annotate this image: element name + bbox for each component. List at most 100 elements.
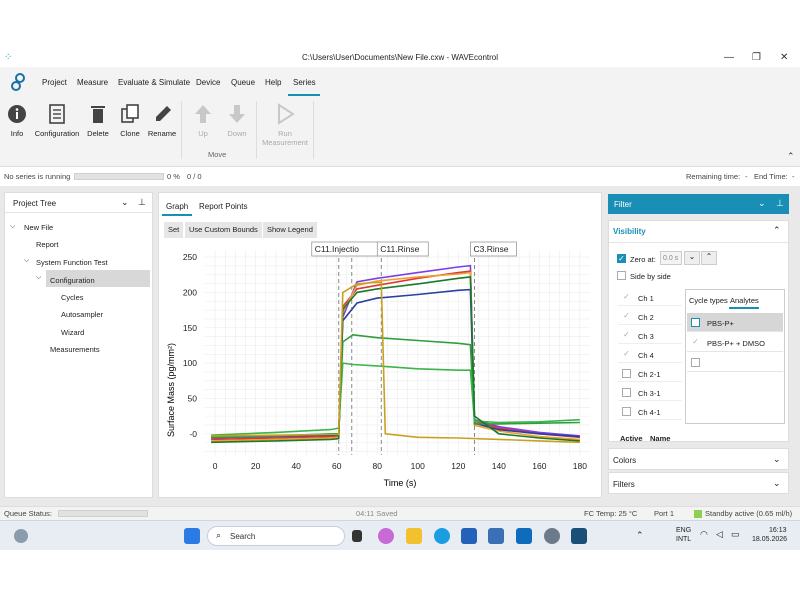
battery-icon[interactable]: ▭: [731, 529, 740, 540]
sensorgram-chart[interactable]: C11.Injectio C11.Rinse C3.Rinse 0 20 40 60 80 1…: [160, 240, 600, 496]
tree-item-system-function-test[interactable]: System Function Test: [36, 258, 108, 267]
channel-checkbox[interactable]: ✓: [622, 331, 631, 340]
wifi-icon[interactable]: ◠: [700, 529, 708, 540]
wavecontrol-taskbar-icon[interactable]: [571, 528, 587, 544]
zero-at-input[interactable]: 0.0 s: [660, 251, 682, 265]
show-legend-button[interactable]: Show Legend: [263, 222, 317, 238]
tab-report-points[interactable]: Report Points: [199, 202, 247, 211]
chevron-up-icon[interactable]: ⌃: [636, 530, 644, 541]
analyte-row[interactable]: PBS-P+: [687, 313, 783, 332]
clock-time[interactable]: 16:13: [769, 527, 787, 534]
weather-icon[interactable]: [14, 529, 28, 543]
filters-section[interactable]: Filters ⌄: [608, 472, 789, 494]
tab-cycle-types[interactable]: Cycle types: [689, 296, 728, 305]
info-button[interactable]: Info: [4, 103, 30, 138]
channel-checkbox[interactable]: ✓: [622, 312, 631, 321]
chevron-down-icon[interactable]: ⌄: [121, 197, 129, 208]
x-axis-ticks: 0 20 40 60 80 100 120 140 160 180: [213, 461, 587, 471]
taskbar-search[interactable]: ⌕ Search: [207, 526, 345, 546]
set-button[interactable]: Set: [164, 222, 184, 238]
configuration-button[interactable]: Configuration: [34, 103, 80, 138]
tree-item-cycles[interactable]: Cycles: [61, 293, 84, 302]
chevron-down-icon[interactable]: ⌄: [773, 454, 781, 465]
outlook-icon[interactable]: [516, 528, 532, 544]
menu-queue[interactable]: Queue: [231, 78, 255, 87]
channel-row[interactable]: Ch 3-1: [618, 384, 682, 401]
chevron-up-icon[interactable]: ⌃: [701, 251, 717, 265]
tree-item-configuration[interactable]: Configuration: [50, 276, 95, 285]
up-button[interactable]: Up: [192, 103, 214, 138]
channel-checkbox[interactable]: [622, 388, 631, 397]
collapse-ribbon-icon[interactable]: ⌃: [787, 151, 795, 162]
marker-label: C11.Injectio: [315, 244, 360, 254]
zero-at-label: Zero at:: [630, 255, 656, 264]
windows-start-icon[interactable]: [184, 528, 200, 544]
analyte-row[interactable]: ✓ PBS-P+ + DMSO: [687, 333, 783, 352]
app-icon[interactable]: [488, 528, 504, 544]
side-by-side-checkbox[interactable]: [617, 271, 626, 280]
channel-row[interactable]: ✓ Ch 4: [618, 346, 682, 363]
chevron-up-icon[interactable]: ⌃: [773, 225, 781, 236]
rename-button[interactable]: Rename: [147, 103, 177, 138]
pin-icon[interactable]: ⊥: [776, 198, 784, 209]
channel-row[interactable]: ✓ Ch 2: [618, 308, 682, 325]
settings-gear-icon[interactable]: [544, 528, 560, 544]
channel-row[interactable]: Ch 4-1: [618, 403, 682, 420]
channel-row[interactable]: ✓ Ch 3: [618, 327, 682, 344]
visibility-title[interactable]: Visibility: [613, 227, 646, 236]
menu-series[interactable]: Series: [293, 78, 316, 87]
analyte-row[interactable]: [687, 353, 783, 372]
menu-help[interactable]: Help: [265, 78, 281, 87]
maximize-icon[interactable]: ❐: [752, 52, 761, 63]
active-tab-indicator: [729, 307, 759, 309]
channel-row[interactable]: ✓ Ch 1: [618, 289, 682, 306]
colors-section[interactable]: Colors ⌄: [608, 448, 789, 470]
file-explorer-icon[interactable]: [406, 528, 422, 544]
tree-item-measurements[interactable]: Measurements: [50, 345, 100, 354]
tree-item-report[interactable]: Report: [36, 240, 59, 249]
expand-arrow-icon[interactable]: ⌵: [24, 257, 29, 265]
tab-analytes[interactable]: Analytes: [730, 296, 759, 305]
channel-row[interactable]: Ch 2-1: [618, 365, 682, 382]
clock-date[interactable]: 18.05.2026: [752, 536, 787, 543]
speaker-icon[interactable]: ◁: [716, 529, 723, 540]
pin-icon[interactable]: ⊥: [138, 197, 146, 208]
close-icon[interactable]: ✕: [780, 52, 788, 63]
clone-button[interactable]: Clone: [118, 103, 142, 138]
chevron-down-icon[interactable]: ⌄: [773, 478, 781, 489]
tree-item-autosampler[interactable]: Autosampler: [61, 310, 103, 319]
edge-icon[interactable]: [434, 528, 450, 544]
channel-checkbox[interactable]: [622, 369, 631, 378]
expand-arrow-icon[interactable]: ⌵: [10, 223, 15, 231]
bottom-status-bar: Queue Status: 04:11 Saved FC Temp: 25 °C…: [0, 506, 800, 520]
copilot-icon[interactable]: [378, 528, 394, 544]
store-icon[interactable]: [461, 528, 477, 544]
delete-button[interactable]: Delete: [86, 103, 110, 138]
expand-arrow-icon[interactable]: ⌵: [36, 274, 41, 282]
analyte-checkbox[interactable]: [691, 318, 700, 327]
minimize-icon[interactable]: —: [724, 52, 734, 63]
channel-checkbox[interactable]: [622, 407, 631, 416]
analyte-checkbox[interactable]: ✓: [691, 338, 700, 347]
down-button[interactable]: Down: [226, 103, 248, 138]
tree-item-new-file[interactable]: New File: [24, 223, 53, 232]
menu-project[interactable]: Project: [42, 78, 67, 87]
channel-checkbox[interactable]: ✓: [622, 350, 631, 359]
channel-checkbox[interactable]: ✓: [622, 293, 631, 302]
port-label: Port 1: [654, 509, 675, 518]
chevron-down-icon[interactable]: ⌄: [684, 251, 700, 265]
tree-item-wizard[interactable]: Wizard: [61, 328, 84, 337]
use-custom-bounds-button[interactable]: Use Custom Bounds: [185, 222, 262, 238]
task-view-icon[interactable]: [352, 530, 362, 542]
menu-measure[interactable]: Measure: [77, 78, 108, 87]
language-line1[interactable]: ENG: [676, 527, 691, 534]
wave-logo-icon: [11, 73, 25, 91]
analyte-checkbox[interactable]: [691, 358, 700, 367]
menu-device[interactable]: Device: [196, 78, 220, 87]
menu-evaluate-simulate[interactable]: Evaluate & Simulate: [118, 78, 190, 87]
chevron-down-icon[interactable]: ⌄: [758, 198, 766, 209]
zero-at-checkbox[interactable]: ✓: [617, 254, 626, 263]
run-measurement-button[interactable]: Run Measurement: [260, 103, 310, 147]
language-line2[interactable]: INTL: [676, 536, 691, 543]
tab-graph[interactable]: Graph: [166, 202, 188, 211]
